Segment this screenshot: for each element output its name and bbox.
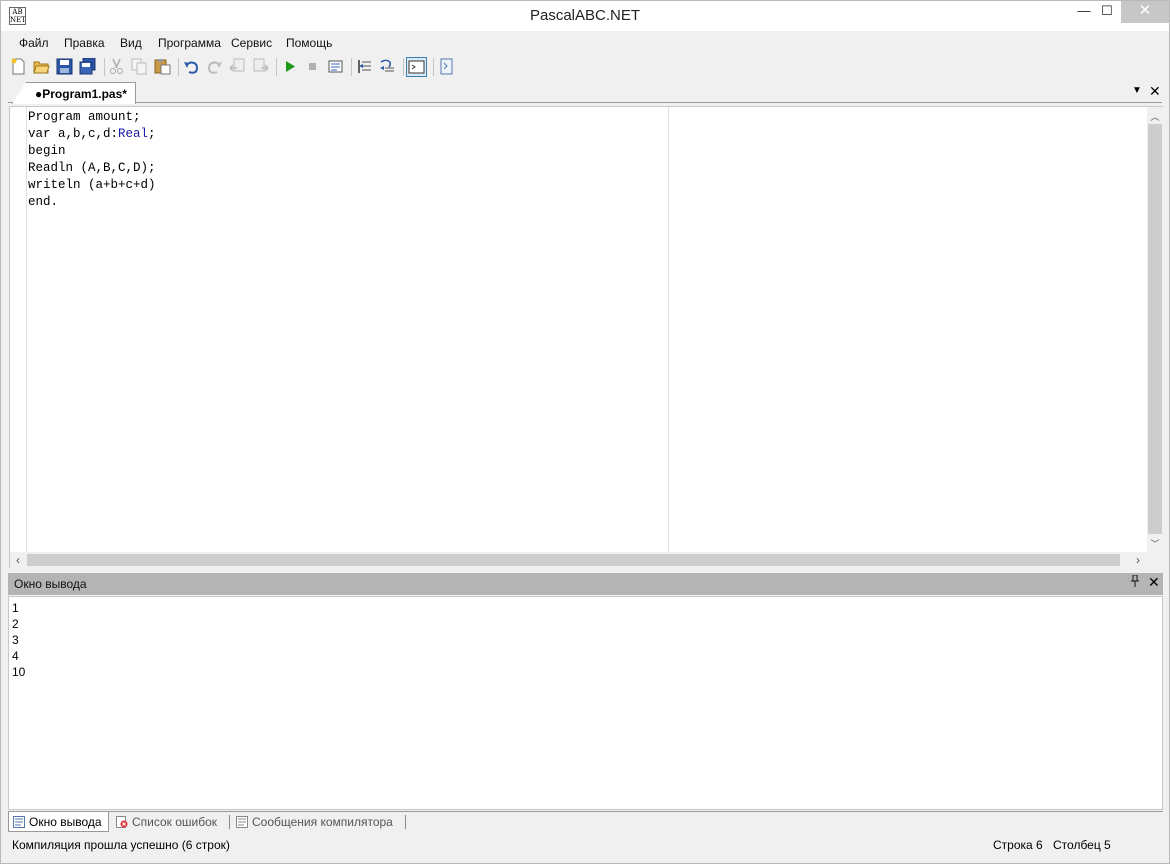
output-line: 10 [12, 665, 26, 679]
close-tab-icon[interactable]: ✕ [1149, 83, 1161, 100]
tab-separator [405, 815, 406, 829]
code-line: writeln (a+b+c+d) [28, 178, 156, 192]
horizontal-scroll-thumb[interactable] [27, 554, 1120, 566]
output-line: 2 [12, 617, 19, 631]
menu-program[interactable]: Программа [158, 36, 221, 50]
tab-program1[interactable]: ●Program1.pas* [12, 82, 136, 104]
tab-error-list[interactable]: Список ошибок [112, 812, 223, 832]
horizontal-scrollbar[interactable]: ‹ › [10, 552, 1147, 568]
vertical-scrollbar[interactable]: ︿ ﹀ [1147, 107, 1163, 552]
run-icon[interactable] [281, 58, 298, 75]
output-window[interactable]: 1 2 3 4 10 [8, 596, 1163, 810]
code-editor[interactable]: Program amount; var a,b,c,d:Real; begin Rea… [9, 106, 1163, 568]
paste-icon[interactable] [154, 58, 171, 75]
scroll-left-icon[interactable]: ‹ [10, 553, 26, 567]
toolbar-separator [433, 58, 434, 76]
pin-icon[interactable] [1130, 574, 1140, 590]
redo-icon[interactable] [206, 58, 223, 75]
type-keyword: Real [118, 127, 149, 141]
toolbar-separator [276, 58, 277, 76]
copy-icon[interactable] [131, 58, 148, 75]
scroll-right-icon[interactable]: › [1130, 553, 1146, 567]
right-margin-line [668, 107, 669, 552]
menu-edit[interactable]: Правка [64, 36, 105, 50]
toolbar [8, 55, 1160, 79]
code-text[interactable]: Program amount; var a,b,c,d:Real; begin Rea… [28, 109, 156, 211]
toolbar-separator [104, 58, 105, 76]
cursor-row: Строка 6 [993, 838, 1043, 852]
error-list-icon [116, 816, 128, 828]
compiler-messages-icon [236, 816, 248, 828]
stop-icon[interactable] [304, 58, 321, 75]
cut-icon[interactable] [108, 58, 125, 75]
form-designer-icon[interactable] [438, 58, 455, 75]
tab-separator [229, 815, 230, 829]
bottom-tab-strip: Окно вывода Список ошибок Сообщения комп… [8, 811, 1163, 832]
scroll-up-icon[interactable]: ︿ [1147, 110, 1163, 123]
debug-icon[interactable] [327, 58, 344, 75]
menu-bar: Файл Правка Вид Программа Сервис Помощь [9, 33, 1159, 53]
cursor-column: Столбец 5 [1053, 838, 1111, 852]
undo-icon[interactable] [183, 58, 200, 75]
code-line: Program amount; [28, 110, 141, 124]
tab-compiler-messages[interactable]: Сообщения компилятора [232, 812, 399, 832]
menu-file[interactable]: Файл [19, 36, 49, 50]
output-line: 3 [12, 633, 19, 647]
app-window: AB NET PascalABC.NET — ☐ ✕ Файл Правка Ви… [0, 0, 1170, 864]
output-window-icon [13, 816, 25, 828]
toolbar-separator [178, 58, 179, 76]
status-bar: Компиляция прошла успешно (6 строк) Стро… [1, 834, 1169, 856]
output-line: 1 [12, 601, 19, 615]
navigate-back-icon[interactable] [229, 58, 246, 75]
code-line: begin [28, 144, 66, 158]
save-all-icon[interactable] [79, 58, 96, 75]
toolbar-separator [403, 58, 404, 76]
navigate-forward-icon[interactable] [252, 58, 269, 75]
scroll-down-icon[interactable]: ﹀ [1147, 537, 1163, 550]
new-file-icon[interactable] [10, 58, 27, 75]
code-line: end. [28, 195, 59, 209]
tab-list-dropdown-icon[interactable]: ▼ [1132, 85, 1142, 96]
tab-output-window[interactable]: Окно вывода [8, 812, 109, 832]
title-bar: AB NET PascalABC.NET — ☐ ✕ [1, 1, 1169, 31]
window-title: PascalABC.NET [529, 7, 641, 24]
close-panel-icon[interactable]: ✕ [1148, 574, 1160, 591]
close-window-button[interactable]: ✕ [1121, 1, 1169, 23]
code-line: Readln (A,B,C,D); [28, 161, 156, 175]
output-panel-title: Окно вывода [14, 577, 87, 591]
editor-gutter [10, 107, 27, 552]
editor-tab-strip: ●Program1.pas* ▼ ✕ [8, 81, 1162, 104]
output-line: 4 [12, 649, 19, 663]
step-over-icon[interactable] [379, 58, 396, 75]
scrollbar-corner [1147, 552, 1163, 568]
status-message: Компиляция прошла успешно (6 строк) [12, 838, 230, 852]
menu-view[interactable]: Вид [120, 36, 142, 50]
open-folder-icon[interactable] [33, 58, 50, 75]
code-line: var a,b,c,d:Real; [28, 127, 156, 141]
menu-help[interactable]: Помощь [286, 36, 332, 50]
save-icon[interactable] [56, 58, 73, 75]
console-window-icon[interactable] [406, 57, 427, 77]
menu-service[interactable]: Сервис [231, 36, 272, 50]
toolbar-separator [351, 58, 352, 76]
output-text: 1 2 3 4 10 [12, 600, 25, 680]
output-panel-header: Окно вывода ✕ [8, 573, 1163, 595]
vertical-scroll-thumb[interactable] [1148, 124, 1162, 534]
step-into-icon[interactable] [356, 58, 373, 75]
